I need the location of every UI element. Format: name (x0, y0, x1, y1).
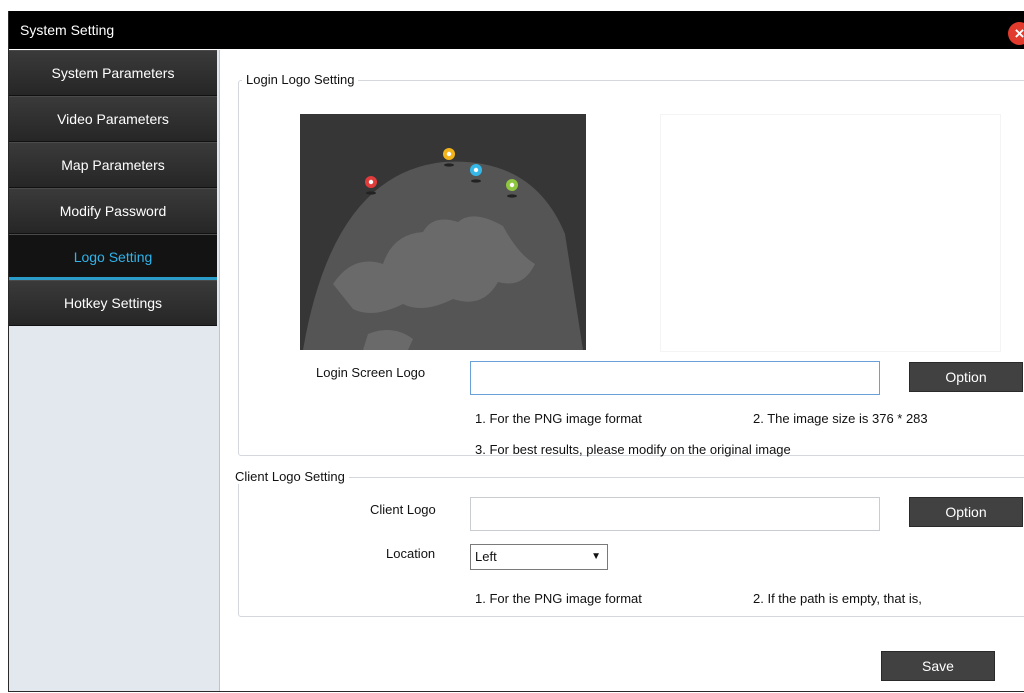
client-logo-label: Client Logo (370, 502, 436, 517)
sidebar-item-system-parameters[interactable]: System Parameters (9, 50, 217, 96)
location-select[interactable]: Left ▼ (470, 544, 608, 570)
sidebar-item-map-parameters[interactable]: Map Parameters (9, 142, 217, 188)
sidebar-item-logo-setting[interactable]: Logo Setting (9, 234, 217, 280)
login-screen-logo-label: Login Screen Logo (316, 365, 426, 380)
login-note-1: 1. For the PNG image format (475, 411, 642, 426)
system-setting-window: System Setting × System Parameters Video… (8, 11, 1024, 692)
globe-map-image (300, 114, 586, 350)
client-logo-option-button[interactable]: Option (909, 497, 1023, 527)
sidebar-item-hotkey-settings[interactable]: Hotkey Settings (9, 280, 217, 326)
close-icon[interactable]: × (1008, 22, 1024, 45)
title-bar: System Setting × (9, 11, 1024, 49)
location-label: Location (386, 546, 436, 561)
login-note-2: 2. The image size is 376 * 283 (753, 411, 928, 426)
client-note-1: 1. For the PNG image format (475, 591, 642, 606)
location-select-value: Left (475, 549, 497, 564)
client-logo-group-title: Client Logo Setting (231, 469, 349, 484)
login-logo-option-button[interactable]: Option (909, 362, 1023, 392)
login-logo-group-title: Login Logo Setting (242, 72, 359, 87)
main-content: Login Logo Setting Login Screen Logo Opt… (220, 50, 1024, 691)
login-note-3: 3. For best results, please modify on th… (475, 442, 791, 457)
save-button[interactable]: Save (881, 651, 995, 681)
client-logo-preview (660, 114, 1001, 352)
login-logo-preview (273, 114, 612, 350)
login-screen-logo-input[interactable] (470, 361, 880, 395)
client-logo-input[interactable] (470, 497, 880, 531)
sidebar-item-modify-password[interactable]: Modify Password (9, 188, 217, 234)
sidebar-item-video-parameters[interactable]: Video Parameters (9, 96, 217, 142)
chevron-down-icon: ▼ (591, 551, 601, 562)
sidebar: System Parameters Video Parameters Map P… (9, 50, 220, 691)
window-title: System Setting (20, 22, 115, 38)
client-note-2: 2. If the path is empty, that is, (753, 591, 922, 606)
